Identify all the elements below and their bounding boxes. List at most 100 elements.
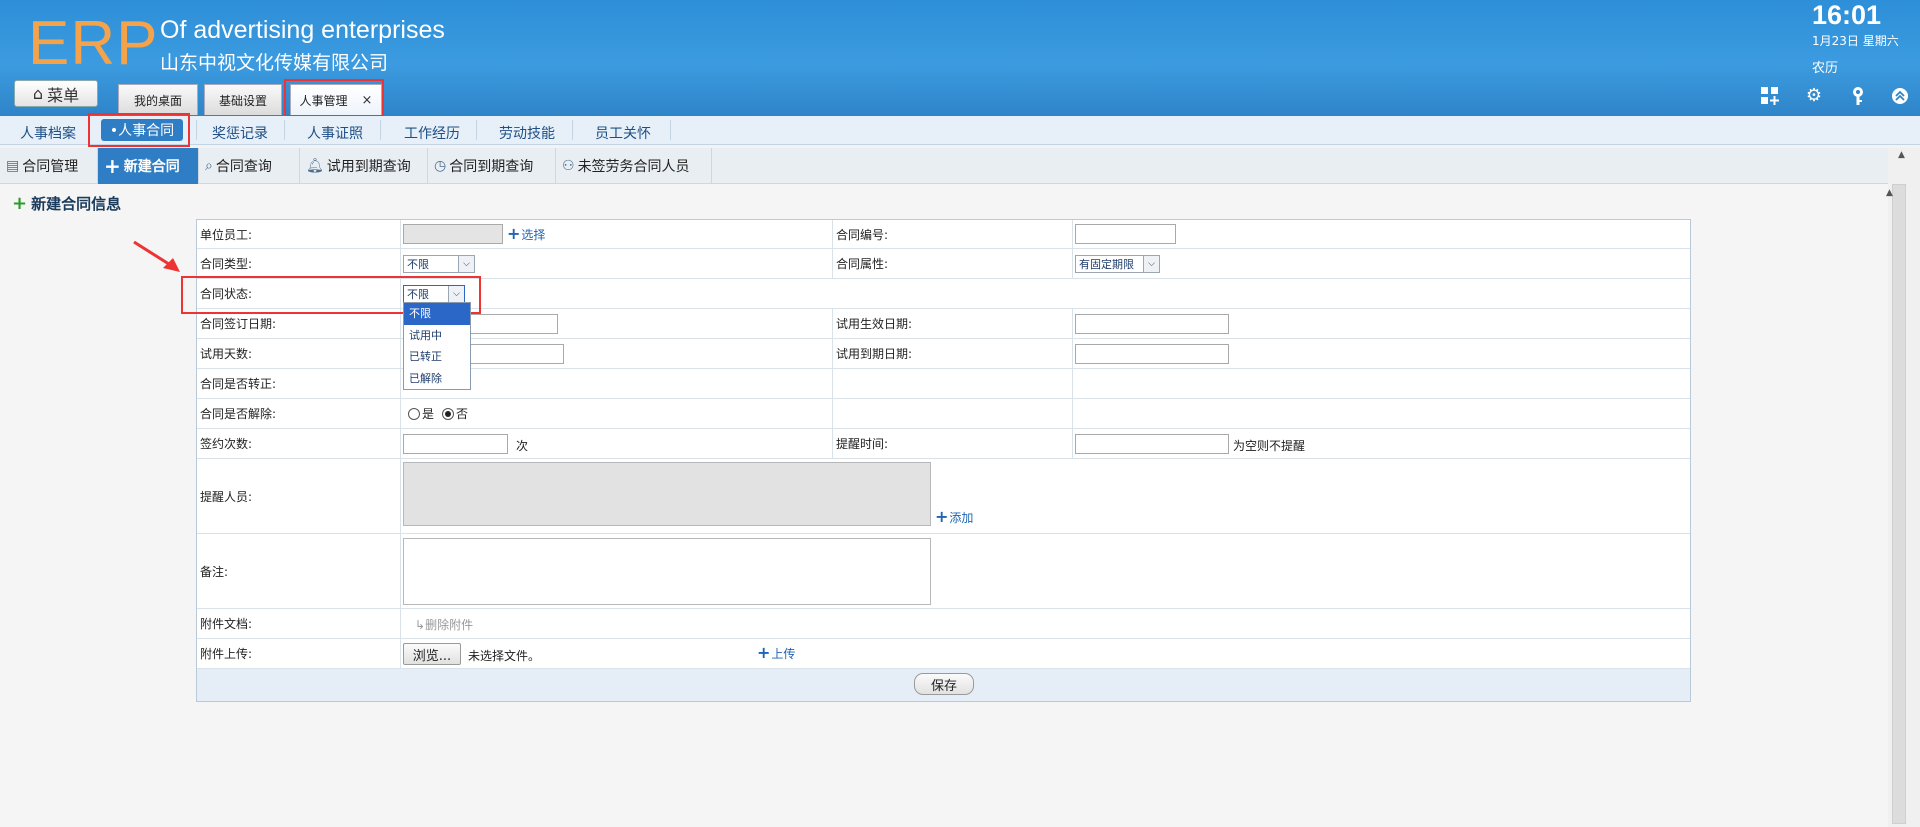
erp-logo: ERP (28, 9, 159, 78)
subnav-certificates[interactable]: 人事证照 (307, 123, 363, 143)
subnav-hr-archive[interactable]: 人事档案 (20, 123, 76, 143)
company-name: 山东中视文化传媒有限公司 (160, 52, 389, 74)
tab-my-desktop[interactable]: 我的桌面 (118, 84, 198, 115)
status-select[interactable]: 不限 ⌵ (403, 285, 465, 303)
label-sign-count: 签约次数: (197, 429, 401, 458)
grid-plus-icon[interactable] (1760, 86, 1780, 106)
radio-checked-icon (442, 408, 455, 420)
toolbar-contract-manage[interactable]: ▤ 合同管理 (0, 148, 98, 184)
toolbar-trial-expiry[interactable]: 🔔︎ 试用到期查询 (300, 148, 428, 184)
form-row: 提醒人员: +添加 (197, 459, 1690, 534)
label-contract-no: 合同编号: (833, 220, 1073, 248)
contract-attr-select[interactable]: 有固定期限 ⌵ (1075, 255, 1160, 273)
radio-terminated-yes[interactable]: 是 (408, 405, 434, 422)
form-row: 签约次数: 提醒时间: 次 为空则不提醒 (197, 429, 1690, 459)
form-row: 附件上传: 浏览... 未选择文件。 +上传 (197, 639, 1690, 669)
scroll-up-icon[interactable]: ▲ (1886, 188, 1893, 198)
toolbar-new-contract[interactable]: + 新建合同 (98, 148, 199, 184)
cell-empty (1073, 399, 1690, 428)
toolbar-contract-expiry[interactable]: ◷ 合同到期查询 (428, 148, 556, 184)
collapse-up-icon[interactable] (1890, 86, 1910, 106)
tab-hr-management[interactable]: 人事管理 × (290, 84, 382, 115)
cell-upload (401, 639, 1690, 668)
subnav-skills[interactable]: 劳动技能 (499, 123, 555, 143)
gear-icon[interactable]: ⚙ (1804, 86, 1824, 106)
label-remark: 备注: (197, 534, 401, 608)
sub-navigation: 人事档案 •人事合同 奖惩记录 人事证照 工作经历 劳动技能 员工关怀 (0, 116, 1920, 145)
no-file-text: 未选择文件。 (468, 649, 541, 663)
tab-label: 人事管理 (299, 93, 348, 108)
label-terminated: 合同是否解除: (197, 399, 401, 428)
cell-terminated: 是 否 (401, 399, 833, 428)
status-option[interactable]: 已解除 (404, 368, 470, 390)
status-option[interactable]: 试用中 (404, 325, 470, 347)
select-value: 不限 (407, 288, 429, 301)
divider (572, 120, 573, 140)
label-trial-days: 试用天数: (197, 339, 401, 368)
tab-basic-settings[interactable]: 基础设置 (204, 84, 282, 115)
contract-no-input[interactable] (1075, 224, 1176, 244)
remind-note: 为空则不提醒 (1233, 439, 1306, 453)
label-trial-end: 试用到期日期: (833, 339, 1073, 368)
add-person-link[interactable]: +添加 (935, 507, 973, 526)
menu-button[interactable]: ⌂ 菜单 (14, 80, 98, 107)
key-icon[interactable] (1848, 86, 1868, 106)
remind-time-input[interactable] (1075, 434, 1229, 454)
toolbar-unsigned-staff[interactable]: ⚇ 未签劳务合同人员 (556, 148, 712, 184)
toolbar-label: 合同查询 (215, 159, 272, 175)
form-row: 单位员工: 合同编号: +选择 (197, 220, 1690, 249)
radio-terminated-no[interactable]: 否 (442, 405, 468, 422)
close-icon[interactable]: × (362, 93, 373, 108)
clock-date: 1月23日 星期六 (1812, 34, 1899, 48)
vertical-scrollbar[interactable]: ▲ ▲ (1886, 148, 1920, 827)
status-option[interactable]: 不限 (404, 303, 470, 325)
section-title-text: 新建合同信息 (31, 195, 122, 213)
cell-contract-attr (1073, 249, 1690, 278)
label-converted: 合同是否转正: (197, 369, 401, 398)
toolbar-label: 试用到期查询 (326, 159, 411, 175)
form-row: 附件文档: ↳删除附件 (197, 609, 1690, 639)
home-icon: ⌂ (32, 84, 44, 103)
contract-type-select[interactable]: 不限 ⌵ (403, 255, 475, 273)
toolbar-label: 新建合同 (123, 159, 180, 175)
status-option[interactable]: 已转正 (404, 346, 470, 368)
cell-empty (833, 399, 1073, 428)
sign-count-input[interactable] (403, 434, 508, 454)
label-trial-start: 试用生效日期: (833, 309, 1073, 338)
contract-form: 单位员工: 合同编号: +选择 合同类型: 合同属性: 不限 ⌵ 有固定期限 ⌵ 合… (196, 219, 1691, 702)
bell-icon: 🔔︎ (306, 158, 324, 174)
sign-count-unit: 次 (516, 439, 529, 453)
label-attach-doc: 附件文档: (197, 609, 401, 638)
browse-button[interactable]: 浏览... (403, 643, 461, 665)
chevron-down-icon: ⌵ (448, 286, 464, 302)
upload-link[interactable]: +上传 (757, 643, 795, 662)
search-icon: ⌕ (205, 158, 213, 174)
label-employee: 单位员工: (197, 220, 401, 248)
cell-empty (833, 369, 1073, 398)
scroll-up-icon[interactable]: ▲ (1898, 150, 1905, 160)
trial-end-input[interactable] (1075, 344, 1229, 364)
label-remind-time: 提醒时间: (833, 429, 1073, 458)
remind-person-textarea[interactable] (403, 462, 931, 526)
subnav-hr-contract[interactable]: •人事合同 (101, 119, 183, 141)
cell-attach-doc (401, 609, 1690, 638)
subnav-work-history[interactable]: 工作经历 (404, 123, 460, 143)
remark-textarea[interactable] (403, 538, 931, 605)
subnav-rewards[interactable]: 奖惩记录 (212, 123, 268, 143)
form-row: 备注: (197, 534, 1690, 609)
save-button[interactable]: 保存 (914, 673, 974, 695)
toolbar-contract-search[interactable]: ⌕ 合同查询 (199, 148, 300, 184)
trial-start-input[interactable] (1075, 314, 1229, 334)
app-header: ERP Of advertising enterprises 山东中视文化传媒有… (0, 0, 1920, 116)
menu-button-label: 菜单 (47, 85, 80, 105)
tagline: Of advertising enterprises (160, 16, 445, 44)
tab-label: 基础设置 (218, 93, 267, 108)
scroll-thumb[interactable] (1892, 184, 1906, 824)
tab-label: 我的桌面 (133, 93, 182, 108)
delete-attachment-link[interactable]: ↳删除附件 (415, 616, 473, 633)
employee-input[interactable] (403, 224, 503, 244)
section-title: + 新建合同信息 (12, 193, 121, 214)
select-employee-link[interactable]: +选择 (507, 224, 545, 243)
user-icon: ⚇ (562, 158, 575, 174)
subnav-employee-care[interactable]: 员工关怀 (595, 123, 651, 143)
